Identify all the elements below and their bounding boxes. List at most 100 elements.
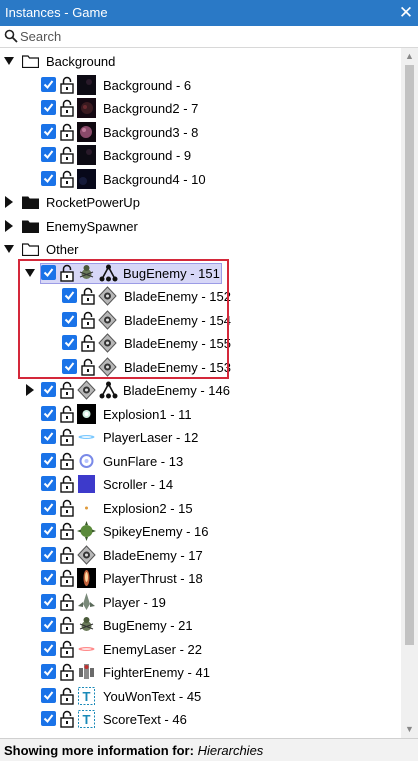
lock-icon[interactable] bbox=[60, 264, 74, 282]
lock-icon[interactable] bbox=[60, 146, 74, 164]
visibility-checkbox[interactable] bbox=[41, 688, 56, 703]
tree-item-label: Background2 - 7 bbox=[103, 101, 199, 116]
lock-icon[interactable] bbox=[60, 428, 74, 446]
lock-icon[interactable] bbox=[60, 452, 74, 470]
tree-item-row[interactable]: Explosion1 - 11 bbox=[0, 403, 401, 426]
visibility-checkbox[interactable] bbox=[41, 711, 56, 726]
lock-icon[interactable] bbox=[60, 710, 74, 728]
tree-item-row[interactable]: BladeEnemy - 17 bbox=[0, 544, 401, 567]
lock-icon[interactable] bbox=[60, 475, 74, 493]
scroll-up-icon[interactable]: ▲ bbox=[401, 48, 418, 65]
tree-item-row[interactable]: Scroller - 14 bbox=[0, 473, 401, 496]
folder-icon bbox=[22, 55, 39, 68]
visibility-checkbox[interactable] bbox=[41, 617, 56, 632]
tree-item-row[interactable]: PlayerLaser - 12 bbox=[0, 426, 401, 449]
tree-item-row[interactable]: EnemyLaser - 22 bbox=[0, 638, 401, 661]
collapsed-arrow-icon[interactable] bbox=[25, 384, 35, 396]
visibility-checkbox[interactable] bbox=[41, 171, 56, 186]
tree-item-row[interactable]: FighterEnemy - 41 bbox=[0, 661, 401, 684]
visibility-checkbox[interactable] bbox=[41, 547, 56, 562]
visibility-checkbox[interactable] bbox=[41, 429, 56, 444]
visibility-checkbox[interactable] bbox=[41, 476, 56, 491]
scroll-down-icon[interactable]: ▼ bbox=[401, 721, 418, 738]
tree-item-row[interactable]: GunFlare - 13 bbox=[0, 450, 401, 473]
lock-icon[interactable] bbox=[60, 546, 74, 564]
lock-icon[interactable] bbox=[60, 381, 74, 399]
visibility-checkbox[interactable] bbox=[41, 641, 56, 656]
lock-icon[interactable] bbox=[60, 123, 74, 141]
visibility-checkbox[interactable] bbox=[41, 382, 56, 397]
visibility-checkbox[interactable] bbox=[41, 453, 56, 468]
visibility-checkbox[interactable] bbox=[41, 570, 56, 585]
tree-item-row[interactable]: BugEnemy - 21 bbox=[0, 614, 401, 637]
tree-item-label: PlayerLaser - 12 bbox=[103, 430, 199, 445]
tree-item-label: SpikeyEnemy - 16 bbox=[103, 524, 209, 539]
lock-icon[interactable] bbox=[60, 569, 74, 587]
tree-folder-row[interactable]: EnemySpawner bbox=[0, 215, 401, 238]
lock-icon[interactable] bbox=[60, 522, 74, 540]
tree-item-row[interactable]: BladeEnemy - 155 bbox=[0, 332, 401, 355]
checkmark-icon bbox=[43, 409, 54, 419]
lock-icon[interactable] bbox=[60, 640, 74, 658]
collapsed-arrow-icon[interactable] bbox=[4, 220, 14, 232]
lock-icon[interactable] bbox=[81, 358, 95, 376]
visibility-checkbox[interactable] bbox=[62, 312, 77, 327]
tree-item-row[interactable]: T ScoreText - 46 bbox=[0, 708, 401, 731]
tree-folder-row[interactable]: Other bbox=[0, 238, 401, 261]
tree-item-row[interactable]: BladeEnemy - 152 bbox=[0, 285, 401, 308]
visibility-checkbox[interactable] bbox=[62, 288, 77, 303]
lock-icon[interactable] bbox=[60, 405, 74, 423]
vertical-scrollbar[interactable]: ▲ ▼ bbox=[401, 48, 418, 738]
tree-item-row[interactable]: Background4 - 10 bbox=[0, 168, 401, 191]
tree-item-row[interactable]: BugEnemy - 151 bbox=[0, 262, 401, 285]
tree-item-row[interactable]: BladeEnemy - 146 bbox=[0, 379, 401, 402]
tree-item-row[interactable]: BladeEnemy - 154 bbox=[0, 309, 401, 332]
visibility-checkbox[interactable] bbox=[62, 359, 77, 374]
close-icon[interactable]: ✕ bbox=[394, 0, 418, 26]
visibility-checkbox[interactable] bbox=[41, 500, 56, 515]
scroller-thumbnail-icon bbox=[78, 475, 95, 493]
tree-item-row[interactable]: Background - 6 bbox=[0, 74, 401, 97]
lock-icon[interactable] bbox=[60, 499, 74, 517]
visibility-checkbox[interactable] bbox=[41, 265, 56, 280]
lock-icon[interactable] bbox=[60, 687, 74, 705]
visibility-checkbox[interactable] bbox=[41, 406, 56, 421]
visibility-checkbox[interactable] bbox=[41, 594, 56, 609]
expanded-arrow-icon[interactable] bbox=[25, 267, 35, 279]
visibility-checkbox[interactable] bbox=[62, 335, 77, 350]
visibility-checkbox[interactable] bbox=[41, 100, 56, 115]
tree-item-row[interactable]: Explosion2 - 15 bbox=[0, 497, 401, 520]
lock-icon[interactable] bbox=[60, 170, 74, 188]
lock-icon[interactable] bbox=[60, 99, 74, 117]
lock-icon[interactable] bbox=[81, 287, 95, 305]
tree-item-row[interactable]: BladeEnemy - 153 bbox=[0, 356, 401, 379]
lock-icon[interactable] bbox=[60, 663, 74, 681]
tree-item-row[interactable]: PlayerThrust - 18 bbox=[0, 567, 401, 590]
tree-item-row[interactable]: Background3 - 8 bbox=[0, 121, 401, 144]
tree-item-row[interactable]: Player - 19 bbox=[0, 591, 401, 614]
lock-icon[interactable] bbox=[60, 593, 74, 611]
visibility-checkbox[interactable] bbox=[41, 124, 56, 139]
tree-item-label: Explosion1 - 11 bbox=[103, 407, 192, 422]
tree-item-row[interactable]: Background - 9 bbox=[0, 144, 401, 167]
lock-icon[interactable] bbox=[60, 616, 74, 634]
tree-item-row[interactable]: T YouWonText - 45 bbox=[0, 685, 401, 708]
lock-icon[interactable] bbox=[81, 311, 95, 329]
visibility-checkbox[interactable] bbox=[41, 147, 56, 162]
collapsed-arrow-icon[interactable] bbox=[4, 196, 14, 208]
flare-thumbnail-icon bbox=[79, 454, 94, 468]
lock-icon[interactable] bbox=[60, 76, 74, 94]
tree-folder-row[interactable]: Background bbox=[0, 50, 401, 73]
lock-icon[interactable] bbox=[81, 334, 95, 352]
search-input[interactable] bbox=[20, 27, 400, 45]
visibility-checkbox[interactable] bbox=[41, 77, 56, 92]
folder-icon bbox=[22, 220, 39, 233]
scrollbar-thumb[interactable] bbox=[405, 65, 414, 645]
expanded-arrow-icon[interactable] bbox=[4, 243, 14, 255]
visibility-checkbox[interactable] bbox=[41, 664, 56, 679]
visibility-checkbox[interactable] bbox=[41, 523, 56, 538]
tree-item-row[interactable]: Background2 - 7 bbox=[0, 97, 401, 120]
expanded-arrow-icon[interactable] bbox=[4, 55, 14, 67]
tree-folder-row[interactable]: RocketPowerUp bbox=[0, 191, 401, 214]
tree-item-row[interactable]: SpikeyEnemy - 16 bbox=[0, 520, 401, 543]
